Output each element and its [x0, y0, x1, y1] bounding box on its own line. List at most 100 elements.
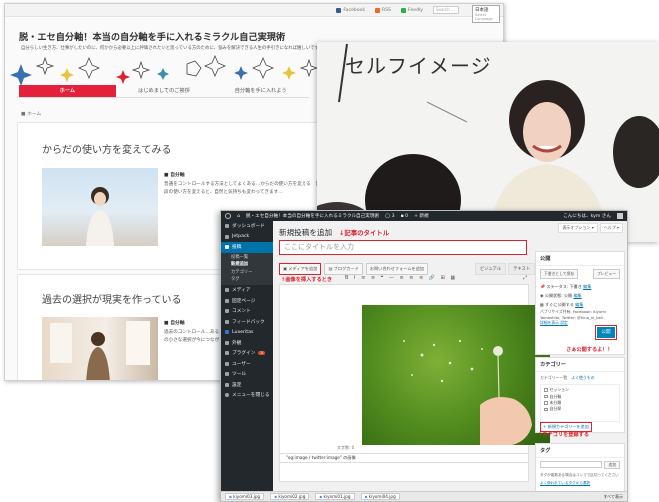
- status-line: 📌 ステータス: 下書き 編集: [540, 283, 592, 289]
- facebook-link[interactable]: Facebook: [336, 7, 365, 13]
- publish-box: 公開 下書きとして保存 プレビュー 📌 ステータス: 下書き 編集 ◉ 公開状態…: [535, 251, 625, 355]
- tag-input[interactable]: [540, 461, 603, 468]
- feedly-link[interactable]: Feedly: [401, 7, 423, 13]
- avatar[interactable]: [617, 213, 623, 219]
- sidebar-item-tools[interactable]: ツール: [221, 369, 273, 380]
- nav-jibunjiku[interactable]: 自分軸を手に入れよう: [212, 85, 309, 97]
- add-tag-button[interactable]: 追加: [604, 461, 620, 469]
- comment-icon: ◯: [385, 213, 392, 219]
- post-category[interactable]: 自分軸: [164, 319, 184, 326]
- download-bar: kiyomi03.jpg kiyomi02.jpg kiyomi01.jpg k…: [221, 491, 627, 501]
- category-list: セッション 自分軸 未分類 自分探: [540, 384, 620, 422]
- sidebar-item-comments[interactable]: コメント: [221, 306, 273, 317]
- submenu-add-new[interactable]: 新規追加: [221, 261, 273, 269]
- dandelion-image: [403, 339, 532, 445]
- plugin-icon: [225, 351, 229, 356]
- sidebar-item-dashboard[interactable]: ダッシュボード: [221, 221, 273, 232]
- download-file[interactable]: kiyomi04.jpg: [360, 493, 400, 500]
- download-file[interactable]: kiyomi02.jpg: [270, 493, 310, 500]
- post-title[interactable]: からだの使い方を変えてみる: [42, 141, 172, 156]
- comments-link[interactable]: ◯ 3: [385, 214, 395, 219]
- list-item[interactable]: 自分探: [544, 406, 616, 412]
- dandelion-photo: [362, 305, 550, 445]
- save-draft-button[interactable]: 下書きとして保存: [540, 269, 579, 279]
- category-checkbox[interactable]: [544, 407, 548, 412]
- tab-all-categories[interactable]: カテゴリー一覧: [540, 375, 567, 381]
- publicize-settings-link[interactable]: 詳細を表示 設定: [536, 320, 624, 326]
- formatting-tools[interactable]: B I ≡ ≡ ❝ — ≡ ≡ ≡ 🔗 ⊞ ▦: [345, 275, 457, 281]
- blog-search-input[interactable]: Search ...: [433, 6, 459, 14]
- comment-icon: [225, 309, 229, 314]
- sidebar-item-media[interactable]: メディア: [221, 285, 273, 296]
- rss-icon: [375, 7, 380, 13]
- post-thumbnail[interactable]: [42, 317, 158, 380]
- publish-button[interactable]: 公開: [595, 325, 617, 340]
- tag-help-text: タグが複数ある場合はコンマで区切ってください: [540, 473, 619, 477]
- status-edit-link[interactable]: 編集: [583, 284, 591, 289]
- publish-box-title: 公開: [536, 252, 624, 266]
- sidebar-collapse[interactable]: メニューを閉じる: [221, 390, 273, 401]
- preview-button[interactable]: プレビュー: [593, 269, 620, 279]
- post-title[interactable]: 過去の選択が現実を作っている: [42, 291, 182, 306]
- popular-tags-link[interactable]: よく使われているタグから選択: [536, 479, 624, 488]
- sidebar-item-jetpack[interactable]: Jetpack: [221, 232, 273, 243]
- post-title-input[interactable]: ここにタイトルを入力: [279, 240, 527, 255]
- nav-greeting[interactable]: はじめましてのご挨拶: [116, 85, 213, 97]
- download-file[interactable]: kiyomi01.jpg: [315, 493, 355, 500]
- sidebar-item-users[interactable]: ユーザー: [221, 358, 273, 369]
- schedule-edit-link[interactable]: 編集: [575, 302, 583, 307]
- luxeritas-icon: [225, 330, 229, 335]
- submenu-tags[interactable]: タグ: [221, 276, 273, 284]
- nav-home[interactable]: ホーム: [19, 85, 116, 97]
- user-icon: [225, 361, 229, 366]
- blog-title[interactable]: 脱・エセ自分軸！本当の自分軸を手に入れるミラクル自己実現術: [19, 29, 285, 43]
- rss-link[interactable]: RSS: [375, 7, 391, 13]
- site-name[interactable]: 脱・エセ自分軸！本当の自分軸を手に入れるミラクル自己実現術: [246, 213, 379, 219]
- post-excerpt: 普通をコントロールする方法としてよくある…からだの使い方を変える 普段の使い方を…: [164, 182, 320, 195]
- facebook-icon: [336, 7, 342, 13]
- category-checkbox[interactable]: [544, 388, 548, 392]
- sidebar-item-posts[interactable]: 投稿: [221, 242, 273, 253]
- submenu-all-posts[interactable]: 投稿一覧: [221, 254, 273, 262]
- blog-tagline: 自分らしい生き方、仕事がしたいのに、何かから必要以上に評価されたいと思っている方…: [21, 46, 319, 51]
- pin-icon: [225, 245, 229, 250]
- tab-popular-categories[interactable]: よく使うもの: [571, 375, 594, 381]
- media-icon: [225, 288, 229, 293]
- breadcrumb[interactable]: ■ ホーム: [21, 110, 41, 117]
- screen-options-button[interactable]: 表示オプション ▾: [558, 223, 598, 233]
- show-all-button[interactable]: すべて表示: [603, 494, 623, 500]
- sidebar-item-feedback[interactable]: フィードバック: [221, 316, 273, 327]
- download-file[interactable]: kiyomi03.jpg: [225, 493, 265, 500]
- blog-nav: ホーム はじめましてのご挨拶 自分軸を手に入れよう: [19, 85, 309, 98]
- sidebar-item-appearance[interactable]: 外観: [221, 337, 273, 348]
- sidebar-item-luxeritas[interactable]: Luxeritas: [221, 327, 273, 338]
- plugin-update-badge: 3: [258, 351, 265, 356]
- category-checkbox[interactable]: [544, 401, 548, 405]
- schedule-line: ▦ すぐに公開する 編集: [540, 301, 584, 307]
- post-category[interactable]: 自分軸: [164, 171, 184, 178]
- sidebar-item-plugins[interactable]: プラグイン 3: [221, 348, 273, 359]
- dashboard-icon: [225, 224, 229, 229]
- sidebar-item-pages[interactable]: 固定ページ: [221, 295, 273, 306]
- sidebar-item-settings[interactable]: 設定: [221, 379, 273, 390]
- post-thumbnail[interactable]: [42, 168, 158, 246]
- blog-topbar: Facebook RSS Feedly Search ...: [5, 4, 503, 17]
- stars-decoration: [10, 54, 319, 86]
- woman-photo: [86, 187, 114, 246]
- user-greeting[interactable]: こんにちは、kym さん: [563, 213, 611, 219]
- updates-link[interactable]: ▪ 0: [401, 214, 409, 219]
- wordpress-icon[interactable]: [225, 213, 231, 219]
- new-link[interactable]: + 新規: [414, 213, 429, 219]
- visibility-edit-link[interactable]: 編集: [573, 293, 581, 298]
- language-select[interactable]: 日本語 Select Language: [472, 5, 500, 23]
- fullscreen-icon[interactable]: ⤢: [523, 275, 527, 281]
- submenu-categories[interactable]: カテゴリー: [221, 269, 273, 277]
- word-count: 文字数: 0: [337, 445, 355, 450]
- wordpress-editor-screenshot: ⌂ 脱・エセ自分軸！本当の自分軸を手に入れるミラクル自己実現術 ◯ 3 ▪ 0 …: [220, 210, 628, 502]
- wp-main: 表示オプション ▾ ヘルプ ▾ 新規投稿を追加 ↓記事のタイトル ここにタイトル…: [273, 221, 627, 501]
- publicize-info: パブリサイズ共有: Facebook: Kiyomi Yamashita, Tw…: [540, 309, 606, 320]
- help-button[interactable]: ヘルプ ▾: [599, 223, 623, 233]
- category-checkbox[interactable]: [544, 394, 548, 399]
- og-image-box[interactable]: "og:image / twitter:image" の画像: [279, 453, 529, 463]
- visibility-line: ◉ 公開状態: 公開 編集: [540, 292, 582, 298]
